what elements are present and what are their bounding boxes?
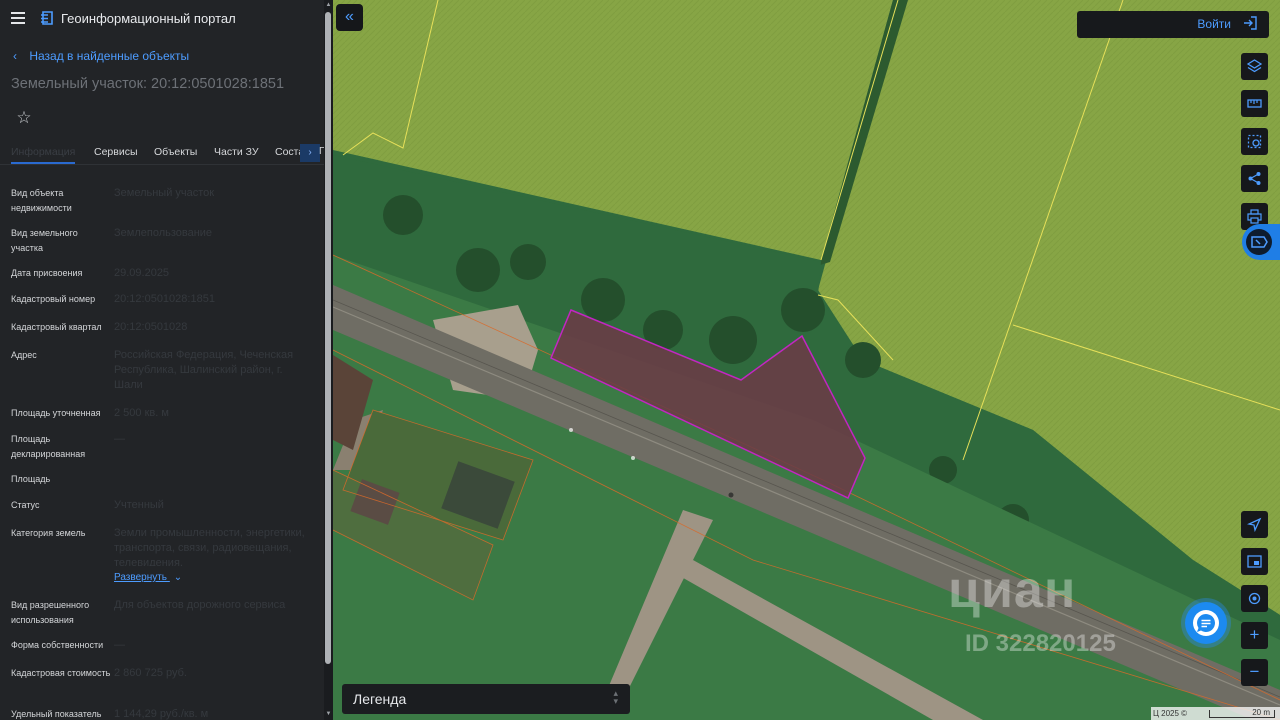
minimap-icon [1247, 555, 1262, 568]
object-sidebar: Геоинформационный портал ‹ Назад в найде… [0, 0, 333, 720]
property-label: Площадь уточненная [11, 408, 101, 418]
property-label: Статус [11, 500, 40, 510]
property-value: 20:12:0501028:1851 [114, 293, 215, 305]
ruler-icon [1247, 99, 1262, 108]
plus-icon[interactable]: + [1241, 622, 1268, 649]
property-value: Земельный участок [114, 187, 215, 199]
tab-information[interactable]: Информация [11, 146, 76, 164]
assistant-icon [1246, 229, 1272, 255]
object-title: Земельный участок: 20:12:0501028:1851 [11, 76, 285, 92]
property-value: Землепользование [114, 227, 213, 239]
dropdown-arrows-icon: ▴ ▾ [613, 688, 618, 706]
watermark-id: ID 322820125 [965, 630, 1116, 657]
login-arrow-icon [1244, 16, 1257, 30]
property-value: Земли промышленности, энергетики, трансп… [114, 527, 305, 566]
chat-button[interactable] [1185, 602, 1227, 644]
chevron-left-icon: ‹ [13, 49, 17, 63]
object-tabs: Информация Сервисы Объекты Части ЗУ Сост… [0, 140, 325, 165]
property-value: Учтенный [114, 499, 164, 511]
share-button[interactable] [1241, 165, 1268, 192]
property-value: 1 144,29 руб./кв. м [114, 708, 209, 720]
locate-button[interactable] [1241, 585, 1268, 612]
property-value: — [114, 639, 125, 651]
property-label: Кадастровый номер [11, 294, 96, 304]
scroll-down-icon[interactable]: ▼ [324, 710, 333, 719]
locate-icon [1248, 592, 1261, 605]
double-chevron-left-icon[interactable]: « [336, 4, 363, 31]
area-select-button[interactable] [1241, 128, 1268, 155]
assistant-button[interactable] [1242, 224, 1280, 260]
legend-label: Легенда [353, 691, 407, 707]
tab-services[interactable]: Сервисы [94, 146, 138, 158]
property-label: Площадь [11, 474, 51, 484]
login-label: Войти [1197, 17, 1231, 31]
app-title: Геоинформационный портал [61, 11, 236, 26]
property-value: — [114, 433, 125, 445]
property-value: 2 860 725 руб. [114, 667, 187, 679]
layers-icon [1247, 59, 1262, 73]
sidebar-header: Геоинформационный портал [0, 0, 333, 38]
back-link-label: Назад в найденные объекты [29, 49, 190, 63]
chevron-down-icon: ⌄ [173, 572, 183, 583]
minus-icon[interactable]: − [1241, 659, 1268, 686]
star-icon[interactable]: ☆ [11, 105, 37, 131]
property-label: Кадастровый квартал [11, 322, 102, 332]
navigation-arrow-icon [1247, 517, 1262, 532]
map-view[interactable]: « Войти + − циан ID 322820125 Легенда ▴ … [333, 0, 1280, 720]
property-value: Российская Федерация, Чеченская Республи… [114, 349, 294, 391]
printer-icon [1247, 209, 1262, 224]
expand-link[interactable]: Развернуть ⌄ [114, 572, 182, 583]
property-value: Для объектов дорожного сервиса [114, 599, 286, 611]
back-to-results-link[interactable]: ‹ Назад в найденные объекты [13, 49, 189, 63]
login-button[interactable]: Войти [1077, 11, 1269, 38]
scale-bar: 20 m [1209, 708, 1275, 718]
map-scale: Ц 2025 © 20 m [1151, 707, 1280, 720]
layers-button[interactable] [1241, 53, 1268, 80]
measure-button[interactable] [1241, 90, 1268, 117]
tab-objects[interactable]: Объекты [154, 146, 197, 158]
tabs-scroll-right-icon[interactable]: › [300, 144, 320, 162]
property-label: Вид объекта недвижимости [11, 188, 72, 213]
property-label: Кадастровая стоимость [11, 668, 111, 678]
property-label: Удельный показатель [11, 709, 102, 719]
share-icon [1248, 172, 1261, 185]
chat-icon [1193, 610, 1219, 636]
satellite-imagery [333, 0, 1280, 720]
map-attribution: Ц 2025 © [1153, 709, 1188, 718]
scroll-up-icon[interactable]: ▲ [324, 1, 333, 10]
navigate-button[interactable] [1241, 511, 1268, 538]
property-label: Форма собственности [11, 640, 104, 650]
property-label: Дата присвоения [11, 268, 83, 278]
portal-logo-icon [41, 11, 53, 25]
property-label: Вид земельного участка [11, 228, 78, 253]
minimap-button[interactable] [1241, 548, 1268, 575]
property-label: Вид разрешенного использования [11, 600, 90, 625]
expand-label: Развернуть [114, 572, 168, 583]
property-value: 29.09.2025 [114, 267, 170, 279]
hamburger-icon[interactable] [11, 12, 25, 24]
property-value: 20:12:0501028 [114, 321, 188, 333]
property-label: Категория земель [11, 528, 86, 538]
watermark-logo: циан [948, 561, 1077, 619]
property-label: Адрес [11, 350, 37, 360]
scale-label: 20 m [1252, 708, 1270, 717]
app-root: Геоинформационный портал ‹ Назад в найде… [0, 0, 1280, 720]
legend-dropdown[interactable]: Легенда ▴ ▾ [342, 684, 630, 714]
tab-parcel-parts[interactable]: Части ЗУ [214, 146, 259, 158]
property-label: Площадь декларированная [11, 434, 86, 459]
area-select-icon [1247, 134, 1262, 149]
property-value: 2 500 кв. м [114, 407, 169, 419]
scrollbar-thumb[interactable] [325, 12, 331, 664]
